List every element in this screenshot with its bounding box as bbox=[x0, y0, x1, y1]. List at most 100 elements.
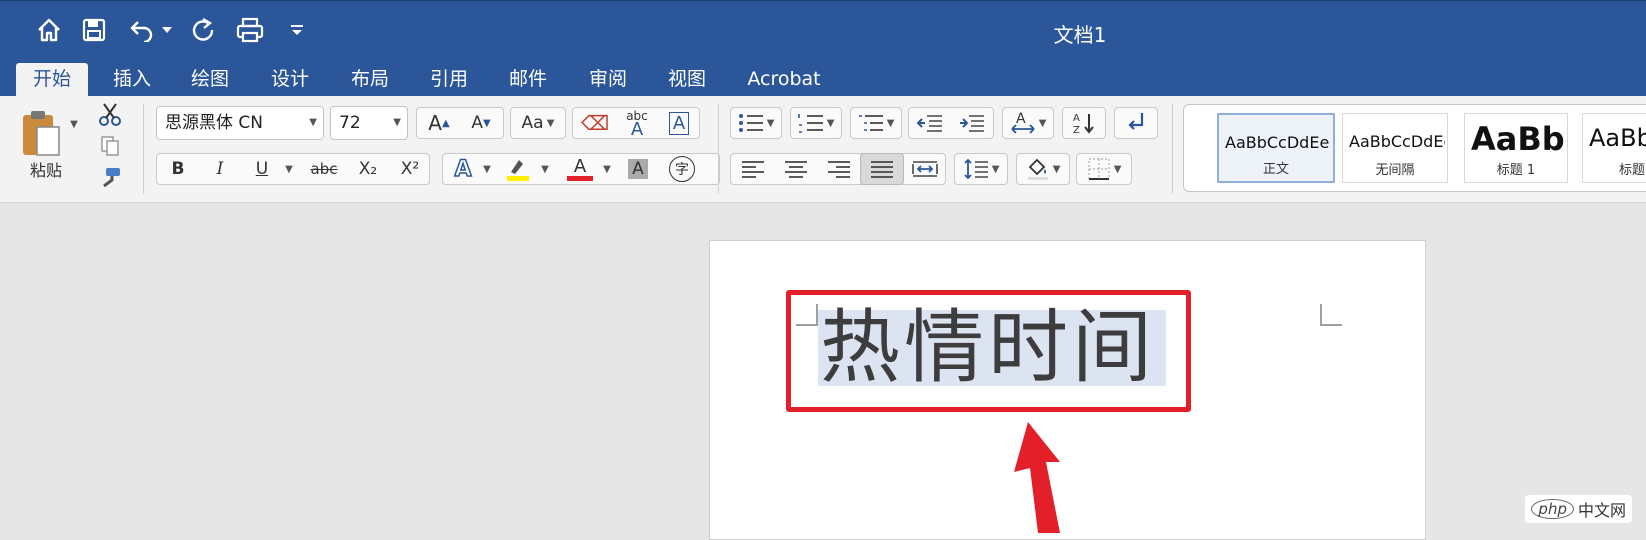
align-left-button[interactable] bbox=[732, 153, 774, 185]
chevron-down-icon: ▼ bbox=[763, 117, 775, 129]
style-title[interactable]: AaBb 标题 bbox=[1582, 113, 1646, 183]
tab-references[interactable]: 引用 bbox=[421, 63, 477, 96]
cut-icon[interactable] bbox=[96, 100, 124, 128]
sort-button[interactable]: AZ bbox=[1062, 107, 1106, 139]
copy-icon[interactable] bbox=[96, 132, 124, 160]
bold-button[interactable]: B bbox=[158, 153, 198, 185]
enclose-characters-button[interactable]: 字 bbox=[662, 153, 702, 185]
separator bbox=[718, 104, 719, 194]
svg-text:A: A bbox=[1073, 113, 1080, 124]
paint-bucket-icon bbox=[1027, 158, 1048, 180]
tab-insert[interactable]: 插入 bbox=[104, 63, 160, 96]
subscript-button[interactable]: X₂ bbox=[348, 153, 388, 185]
font-size-select[interactable]: 72 ▼ bbox=[330, 106, 408, 140]
separator bbox=[143, 104, 144, 194]
arrow-down-icon: ▼ bbox=[482, 117, 491, 129]
chevron-down-icon: ▼ bbox=[543, 117, 555, 129]
format-painter-icon[interactable] bbox=[96, 164, 124, 192]
tab-design[interactable]: 设计 bbox=[262, 63, 318, 96]
ribbon-tabs: 开始 插入 绘图 设计 布局 引用 邮件 审阅 视图 Acrobat bbox=[0, 58, 1646, 96]
multilevel-list-button[interactable]: ▼ bbox=[850, 107, 902, 139]
chevron-down-icon: ▼ bbox=[309, 117, 317, 128]
highlight-button[interactable] bbox=[498, 153, 538, 185]
annotation-box bbox=[786, 290, 1191, 412]
style-normal[interactable]: AaBbCcDdEe 正文 bbox=[1217, 113, 1335, 183]
paste-dropdown-icon[interactable]: ▼ bbox=[66, 116, 82, 132]
numbering-button[interactable]: ▼ bbox=[790, 107, 842, 139]
justify-button[interactable] bbox=[860, 153, 904, 185]
underline-dropdown-icon[interactable]: ▼ bbox=[282, 153, 296, 185]
superscript-button[interactable]: X² bbox=[390, 153, 430, 185]
eraser-icon: ⌫ bbox=[580, 111, 610, 135]
php-logo: php bbox=[1531, 499, 1574, 519]
bullets-button[interactable]: ▼ bbox=[730, 107, 782, 139]
bulleted-list-icon bbox=[738, 114, 763, 132]
tab-home[interactable]: 开始 bbox=[16, 63, 88, 96]
letter-a-icon: A bbox=[630, 119, 644, 140]
chevron-down-icon: ▼ bbox=[1035, 117, 1047, 129]
show-marks-button[interactable] bbox=[1114, 107, 1158, 139]
text-effects-dropdown-icon[interactable]: ▼ bbox=[480, 153, 494, 185]
clear-formatting-button[interactable]: ⌫ bbox=[574, 107, 616, 139]
tab-view[interactable]: 视图 bbox=[659, 63, 715, 96]
font-size-value: 72 bbox=[339, 113, 361, 133]
title-bar: 文档1 bbox=[0, 0, 1646, 59]
character-shading-button[interactable]: A bbox=[620, 153, 656, 185]
font-color-button[interactable]: A bbox=[560, 153, 600, 185]
multilevel-list-icon bbox=[858, 115, 883, 131]
annotation-arrow bbox=[1014, 422, 1060, 533]
borders-icon bbox=[1087, 158, 1110, 180]
tab-draw[interactable]: 绘图 bbox=[182, 63, 238, 96]
tab-mailings[interactable]: 邮件 bbox=[500, 63, 556, 96]
distributed-button[interactable] bbox=[904, 153, 946, 185]
asian-layout-button[interactable]: A ▼ bbox=[1002, 107, 1054, 139]
svg-text:A: A bbox=[1016, 111, 1026, 127]
margin-corner-top-right bbox=[1320, 304, 1342, 326]
shading-button[interactable]: ▼ bbox=[1016, 153, 1070, 185]
align-center-icon bbox=[785, 161, 807, 178]
arrow-up-icon: ▲ bbox=[441, 117, 450, 129]
increase-indent-button[interactable] bbox=[952, 107, 992, 139]
change-case-button[interactable]: Aa ▼ bbox=[510, 107, 566, 139]
phonetic-guide-button[interactable]: abc A bbox=[616, 104, 658, 142]
underline-button[interactable]: U bbox=[242, 153, 282, 185]
grow-font-button[interactable]: A ▲ bbox=[418, 107, 460, 139]
line-spacing-button[interactable]: ▼ bbox=[954, 153, 1008, 185]
justify-icon bbox=[871, 161, 893, 178]
align-left-icon bbox=[742, 161, 764, 178]
paste-icon[interactable] bbox=[14, 104, 68, 164]
text-effects-button[interactable]: A bbox=[444, 153, 482, 185]
align-right-button[interactable] bbox=[818, 153, 860, 185]
numbered-list-icon bbox=[797, 114, 823, 133]
sort-icon: AZ bbox=[1073, 113, 1094, 135]
style-heading-1[interactable]: AaBb( 标题 1 bbox=[1464, 113, 1568, 183]
borders-button[interactable]: ▼ bbox=[1076, 153, 1132, 185]
tab-review[interactable]: 审阅 bbox=[580, 63, 636, 96]
chevron-down-icon: ▼ bbox=[823, 117, 835, 129]
chevron-down-icon: ▼ bbox=[988, 163, 1000, 175]
style-no-spacing[interactable]: AaBbCcDdEe 无间隔 bbox=[1342, 113, 1448, 183]
align-right-icon bbox=[828, 161, 850, 178]
chevron-down-icon: ▼ bbox=[1110, 163, 1122, 175]
character-border-button[interactable]: A bbox=[660, 107, 698, 139]
font-color-dropdown-icon[interactable]: ▼ bbox=[600, 153, 614, 185]
paragraph-mark-icon bbox=[1128, 113, 1144, 130]
change-case-icon: Aa bbox=[521, 113, 544, 133]
tab-acrobat[interactable]: Acrobat bbox=[740, 63, 828, 96]
shrink-font-button[interactable]: A ▼ bbox=[460, 107, 502, 139]
tab-layout[interactable]: 布局 bbox=[342, 63, 398, 96]
styles-gallery: AaBbCcDdEe 正文 AaBbCcDdEe 无间隔 AaBb( 标题 1 … bbox=[1183, 104, 1646, 192]
svg-text:Z: Z bbox=[1073, 125, 1080, 135]
line-spacing-icon bbox=[963, 158, 988, 180]
strikethrough-button[interactable]: abc bbox=[302, 153, 346, 185]
document-title: 文档1 bbox=[1053, 23, 1107, 47]
paste-label[interactable]: 粘贴 bbox=[20, 156, 72, 182]
align-center-button[interactable] bbox=[775, 153, 817, 185]
increase-indent-icon bbox=[960, 115, 984, 132]
italic-button[interactable]: I bbox=[200, 153, 240, 185]
highlight-dropdown-icon[interactable]: ▼ bbox=[538, 153, 552, 185]
watermark-text: 中文网 bbox=[1577, 501, 1626, 520]
font-family-select[interactable]: 思源黑体 CN ▼ bbox=[156, 106, 324, 140]
decrease-indent-button[interactable] bbox=[910, 107, 950, 139]
chevron-down-icon: ▼ bbox=[1049, 163, 1061, 175]
